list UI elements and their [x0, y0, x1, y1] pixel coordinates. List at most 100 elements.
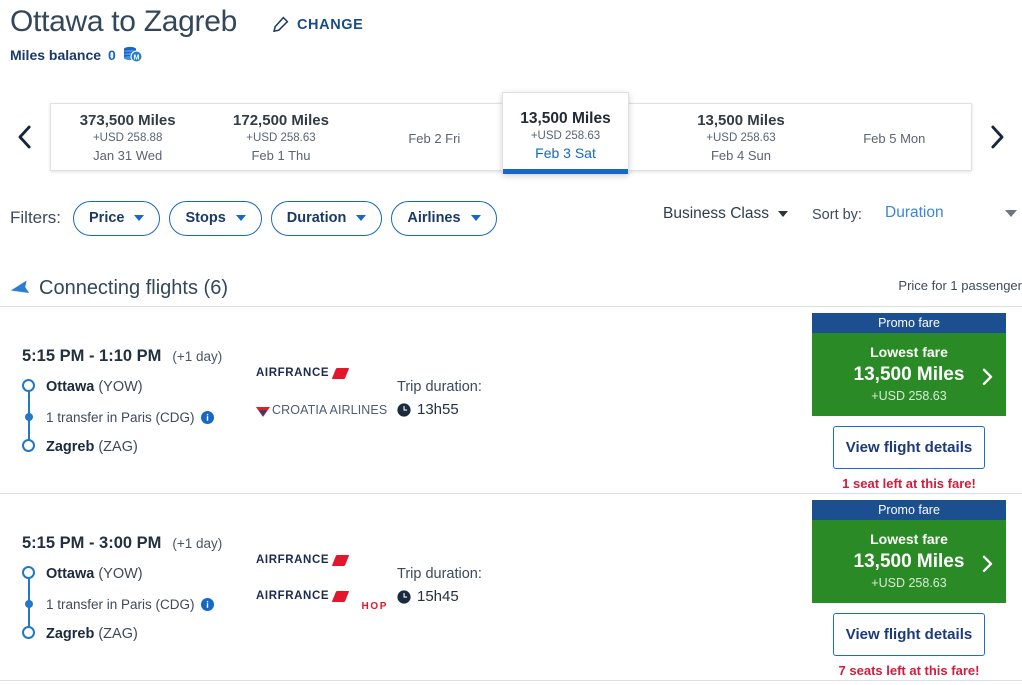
change-search-button[interactable]: CHANGE	[271, 16, 363, 34]
transfer-label: 1 transfer in Paris (CDG)	[46, 409, 195, 425]
filter-chip-label: Duration	[286, 210, 347, 226]
carousel-day-1[interactable]: 172,500 Miles +USD 258.63 Feb 1 Thu	[204, 104, 357, 170]
origin-code: (YOW)	[98, 566, 143, 582]
origin-code: (YOW)	[98, 379, 143, 395]
view-flight-details-label: View flight details	[845, 439, 973, 456]
fare-block: Promo fare Lowest fare 13,500 Miles +USD…	[812, 313, 1006, 491]
flight-card[interactable]: 5:15 PM - 3:00 PM (+1 day) Ottawa (YOW) …	[0, 493, 1022, 680]
route-endpoint-icon	[22, 566, 35, 579]
seats-left-warning: 1 seat left at this fare!	[842, 476, 976, 491]
sort-by-value: Duration	[885, 204, 944, 221]
hop-sublabel: HOP	[361, 601, 388, 612]
flight-card[interactable]: Promo fare	[0, 680, 1022, 685]
clock-icon	[397, 589, 411, 604]
origin-city: Ottawa	[46, 566, 95, 582]
view-flight-details-label: View flight details	[845, 626, 973, 643]
pencil-icon	[271, 16, 289, 34]
route-endpoint-icon	[22, 439, 35, 452]
flight-card[interactable]: 5:15 PM - 1:10 PM (+1 day) Ottawa (YOW) …	[0, 306, 1022, 493]
svg-text:M: M	[133, 54, 139, 61]
route-transfer-dot-icon	[25, 600, 33, 608]
info-icon[interactable]	[200, 597, 214, 611]
clock-icon	[397, 402, 411, 417]
view-flight-details-button[interactable]: View flight details	[833, 426, 985, 469]
chevron-down-icon	[134, 215, 145, 221]
change-label: CHANGE	[296, 17, 364, 33]
chevron-left-icon	[18, 125, 31, 149]
carousel-day-0[interactable]: 373,500 Miles +USD 258.88 Jan 31 Wed	[51, 104, 204, 170]
filter-chip-label: Airlines	[407, 210, 461, 226]
airline-name: AIRFRANCE	[256, 590, 330, 602]
carousel-day-4[interactable]: 13,500 Miles +USD 258.63 Feb 4 Sun	[664, 104, 817, 170]
carousel-day-usd: +USD 258.63	[246, 132, 316, 144]
chevron-right-icon	[991, 125, 1004, 149]
filter-duration-chip[interactable]: Duration	[270, 200, 383, 236]
flight-search-page: Ottawa to Zagreb CHANGE Miles balance 0	[0, 0, 1022, 685]
sort-by-label: Sort by:	[812, 207, 862, 223]
trip-duration-label: Trip duration:	[397, 566, 482, 582]
carousel-day-5[interactable]: Feb 5 Mon	[818, 104, 971, 170]
airfrance-hop-logo: AIRFRANCE HOP	[256, 590, 406, 612]
filters-bar: Filters: Price Stops Duration Airlines B…	[0, 196, 1022, 240]
promo-fare-banner: Promo fare	[812, 313, 1006, 333]
filter-chip-label: Stops	[185, 210, 226, 226]
carousel-day-usd: +USD 258.63	[706, 132, 776, 144]
route-transfer-dot-icon	[25, 413, 33, 421]
carousel-day-miles: 13,500 Miles	[697, 112, 785, 129]
carousel-day-date: Jan 31 Wed	[93, 148, 163, 163]
destination-code: (ZAG)	[98, 626, 138, 642]
miles-coins-icon: M	[123, 46, 143, 63]
chevron-down-icon	[356, 215, 367, 221]
carousel-day-miles: 172,500 Miles	[233, 112, 329, 129]
carousel-day-2[interactable]: Feb 2 Fri	[358, 104, 511, 170]
trip-duration-label: Trip duration:	[397, 379, 482, 395]
fare-block: Promo fare Lowest fare 13,500 Miles +USD…	[812, 500, 1006, 678]
airfrance-slash-icon	[331, 590, 350, 602]
destination-code: (ZAG)	[98, 439, 138, 455]
carousel-day-date: Feb 2 Fri	[408, 130, 461, 146]
trip-duration: Trip duration: 13h55	[397, 376, 482, 418]
airfrance-logo: AIRFRANCE	[256, 367, 406, 379]
fare-miles: 13,500 Miles	[853, 551, 965, 572]
airline-name: CROATIA AIRLINES	[272, 403, 388, 417]
lowest-fare-label: Lowest fare	[870, 531, 948, 547]
flight-times: 5:15 PM - 3:00 PM (+1 day)	[22, 534, 222, 553]
transfer-label: 1 transfer in Paris (CDG)	[46, 596, 195, 612]
destination-city: Zagreb	[46, 439, 95, 455]
chevron-down-icon	[1005, 209, 1017, 217]
carousel-next-button[interactable]	[972, 98, 1022, 176]
route-destination: Zagreb (ZAG)	[22, 432, 322, 462]
section-title: Connecting flights (6)	[39, 276, 228, 299]
flight-day-offset: (+1 day)	[172, 349, 223, 364]
carousel-day-usd: +USD 258.88	[92, 132, 163, 144]
destination-city: Zagreb	[46, 626, 95, 642]
airplane-icon	[9, 278, 30, 299]
select-fare-button[interactable]: Lowest fare 13,500 Miles +USD 258.63	[812, 520, 1006, 603]
filter-chip-label: Price	[89, 210, 125, 226]
route-endpoint-icon	[22, 379, 35, 392]
filter-airlines-chip[interactable]: Airlines	[391, 200, 497, 236]
airfrance-logo: AIRFRANCE	[256, 554, 406, 566]
carousel-day-usd: +USD 258.63	[530, 129, 601, 142]
flight-day-offset: (+1 day)	[172, 536, 223, 551]
chevron-down-icon	[777, 211, 788, 217]
fare-usd: +USD 258.63	[871, 389, 947, 403]
trip-duration-value: 13h55	[417, 401, 459, 418]
airfrance-slash-icon	[331, 367, 350, 379]
airline-logos: AIRFRANCE CROATIA AIRLINES	[256, 367, 406, 417]
view-flight-details-button[interactable]: View flight details	[833, 613, 985, 656]
date-carousel: 373,500 Miles +USD 258.88 Jan 31 Wed 172…	[0, 92, 1022, 176]
carousel-day-selected[interactable]: 13,500 Miles +USD 258.63 Feb 3 Sat	[502, 92, 629, 174]
promo-fare-banner: Promo fare	[812, 500, 1006, 520]
chevron-down-icon	[235, 215, 246, 221]
info-icon[interactable]	[200, 410, 214, 424]
sort-by-select[interactable]: Duration	[885, 204, 1017, 222]
carousel-prev-button[interactable]	[0, 98, 50, 176]
filter-price-chip[interactable]: Price	[73, 200, 161, 236]
fare-usd: +USD 258.63	[871, 576, 947, 590]
miles-balance: Miles balance 0 M	[10, 46, 1022, 63]
cabin-class-select[interactable]: Business Class	[663, 205, 788, 223]
filter-stops-chip[interactable]: Stops	[169, 200, 262, 236]
select-fare-button[interactable]: Lowest fare 13,500 Miles +USD 258.63	[812, 333, 1006, 416]
flight-time-range: 5:15 PM - 1:10 PM	[22, 347, 162, 365]
